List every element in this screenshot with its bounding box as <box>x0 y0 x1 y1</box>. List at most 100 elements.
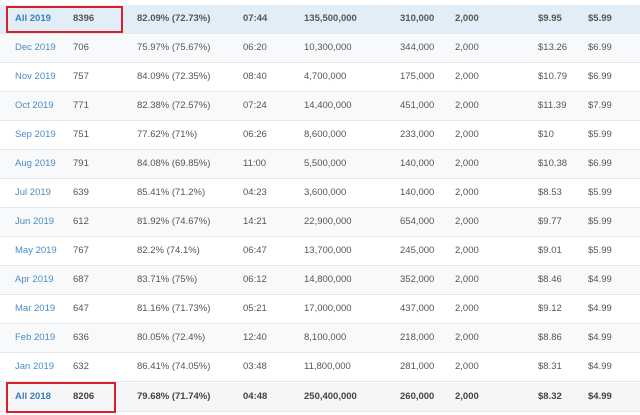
subscribers-cell: 451,000 <box>400 100 435 111</box>
count-cell: 639 <box>73 187 89 198</box>
price-cell: $10 <box>538 129 554 140</box>
percentage-cell: 80.05% (72.4%) <box>137 332 206 343</box>
percentage-cell: 81.16% (71.73%) <box>137 303 211 314</box>
subscribers-cell: 260,000 <box>400 391 435 402</box>
duration-cell: 07:24 <box>243 100 267 111</box>
percentage-cell: 82.09% (72.73%) <box>137 13 211 24</box>
summary-row-2019: All 2019 8396 82.09% (72.73%) 07:44 135,500,… <box>0 5 640 34</box>
subscribers-cell: 654,000 <box>400 216 435 227</box>
price-cell: $10.38 <box>538 158 568 169</box>
price-alt-cell: $5.99 <box>588 129 612 140</box>
count-cell: 706 <box>73 42 89 53</box>
price-cell: $8.53 <box>538 187 562 198</box>
subscribers-cell: 175,000 <box>400 71 435 82</box>
price-alt-cell: $4.99 <box>588 391 612 402</box>
month-link[interactable]: Mar 2019 <box>15 295 55 323</box>
table-row: Apr 2019 687 83.71% (75%) 06:12 14,800,000 35… <box>0 266 640 295</box>
views-cell: 17,000,000 <box>304 303 352 314</box>
limit-cell: 2,000 <box>455 391 479 402</box>
month-link[interactable]: Sep 2019 <box>15 121 56 149</box>
price-alt-cell: $6.99 <box>588 42 612 53</box>
month-link[interactable]: Feb 2019 <box>15 324 55 352</box>
count-cell: 687 <box>73 274 89 285</box>
month-link[interactable]: Oct 2019 <box>15 92 54 120</box>
duration-cell: 12:40 <box>243 332 267 343</box>
duration-cell: 06:20 <box>243 42 267 53</box>
price-alt-cell: $4.99 <box>588 361 612 372</box>
price-alt-cell: $6.99 <box>588 71 612 82</box>
views-cell: 14,400,000 <box>304 100 352 111</box>
views-cell: 135,500,000 <box>304 13 357 24</box>
price-cell: $8.32 <box>538 391 562 402</box>
views-cell: 22,900,000 <box>304 216 352 227</box>
percentage-cell: 84.09% (72.35%) <box>137 71 211 82</box>
percentage-cell: 77.62% (71%) <box>137 129 198 140</box>
count-cell: 791 <box>73 158 89 169</box>
price-cell: $11.39 <box>538 100 567 111</box>
month-link[interactable]: Nov 2019 <box>15 63 56 91</box>
views-cell: 11,800,000 <box>304 361 351 372</box>
views-cell: 3,600,000 <box>304 187 347 198</box>
duration-cell: 06:26 <box>243 129 267 140</box>
limit-cell: 2,000 <box>455 274 479 285</box>
month-link[interactable]: Dec 2019 <box>15 34 56 62</box>
month-link[interactable]: May 2019 <box>15 237 57 265</box>
count-cell: 771 <box>73 100 89 111</box>
month-link[interactable]: All 2018 <box>15 383 51 411</box>
month-link[interactable]: Apr 2019 <box>15 266 54 294</box>
percentage-cell: 82.2% (74.1%) <box>137 245 200 256</box>
views-cell: 250,400,000 <box>304 391 357 402</box>
price-alt-cell: $5.99 <box>588 216 612 227</box>
price-alt-cell: $5.99 <box>588 187 612 198</box>
limit-cell: 2,000 <box>455 187 479 198</box>
limit-cell: 2,000 <box>455 332 479 343</box>
count-cell: 757 <box>73 71 89 82</box>
table-row: Aug 2019 791 84.08% (69.85%) 11:00 5,500,000… <box>0 150 640 179</box>
count-cell: 767 <box>73 245 89 256</box>
table-row: Oct 2019 771 82.38% (72.57%) 07:24 14,400,00… <box>0 92 640 121</box>
limit-cell: 2,000 <box>455 71 479 82</box>
price-alt-cell: $4.99 <box>588 303 612 314</box>
duration-cell: 14:21 <box>243 216 267 227</box>
percentage-cell: 75.97% (75.67%) <box>137 42 211 53</box>
table-row: Nov 2019 757 84.09% (72.35%) 08:40 4,700,000… <box>0 63 640 92</box>
month-link[interactable]: Jan 2019 <box>15 353 54 381</box>
subscribers-cell: 352,000 <box>400 274 435 285</box>
limit-cell: 2,000 <box>455 158 479 169</box>
month-link[interactable]: Jun 2019 <box>15 208 54 236</box>
month-link[interactable]: All 2019 <box>15 5 51 33</box>
price-cell: $13.26 <box>538 42 568 53</box>
percentage-cell: 81.92% (74.67%) <box>137 216 211 227</box>
price-cell: $8.31 <box>538 361 562 372</box>
subscribers-cell: 140,000 <box>400 158 435 169</box>
count-cell: 8396 <box>73 13 95 24</box>
subscribers-cell: 310,000 <box>400 13 435 24</box>
duration-cell: 06:12 <box>243 274 267 285</box>
duration-cell: 05:21 <box>243 303 267 314</box>
subscribers-cell: 233,000 <box>400 129 435 140</box>
price-cell: $9.12 <box>538 303 562 314</box>
duration-cell: 06:47 <box>243 245 267 256</box>
month-link[interactable]: Aug 2019 <box>15 150 56 178</box>
views-cell: 4,700,000 <box>304 71 347 82</box>
price-alt-cell: $7.99 <box>588 100 612 111</box>
table-row: Feb 2019 636 80.05% (72.4%) 12:40 8,100,000 2… <box>0 324 640 353</box>
count-cell: 751 <box>73 129 89 140</box>
limit-cell: 2,000 <box>455 303 479 314</box>
subscribers-cell: 344,000 <box>400 42 435 53</box>
count-cell: 8206 <box>73 391 95 402</box>
percentage-cell: 79.68% (71.74%) <box>137 391 211 402</box>
month-link[interactable]: Jul 2019 <box>15 179 51 207</box>
limit-cell: 2,000 <box>455 100 479 111</box>
subscribers-cell: 437,000 <box>400 303 435 314</box>
limit-cell: 2,000 <box>455 129 479 140</box>
price-alt-cell: $4.99 <box>588 274 612 285</box>
table-row: Mar 2019 647 81.16% (71.73%) 05:21 17,000,00… <box>0 295 640 324</box>
price-cell: $9.01 <box>538 245 562 256</box>
limit-cell: 2,000 <box>455 13 479 24</box>
percentage-cell: 85.41% (71.2%) <box>137 187 206 198</box>
views-cell: 14,800,000 <box>304 274 352 285</box>
percentage-cell: 83.71% (75%) <box>137 274 198 285</box>
limit-cell: 2,000 <box>455 216 479 227</box>
table-row: May 2019 767 82.2% (74.1%) 06:47 13,700,000 2… <box>0 237 640 266</box>
